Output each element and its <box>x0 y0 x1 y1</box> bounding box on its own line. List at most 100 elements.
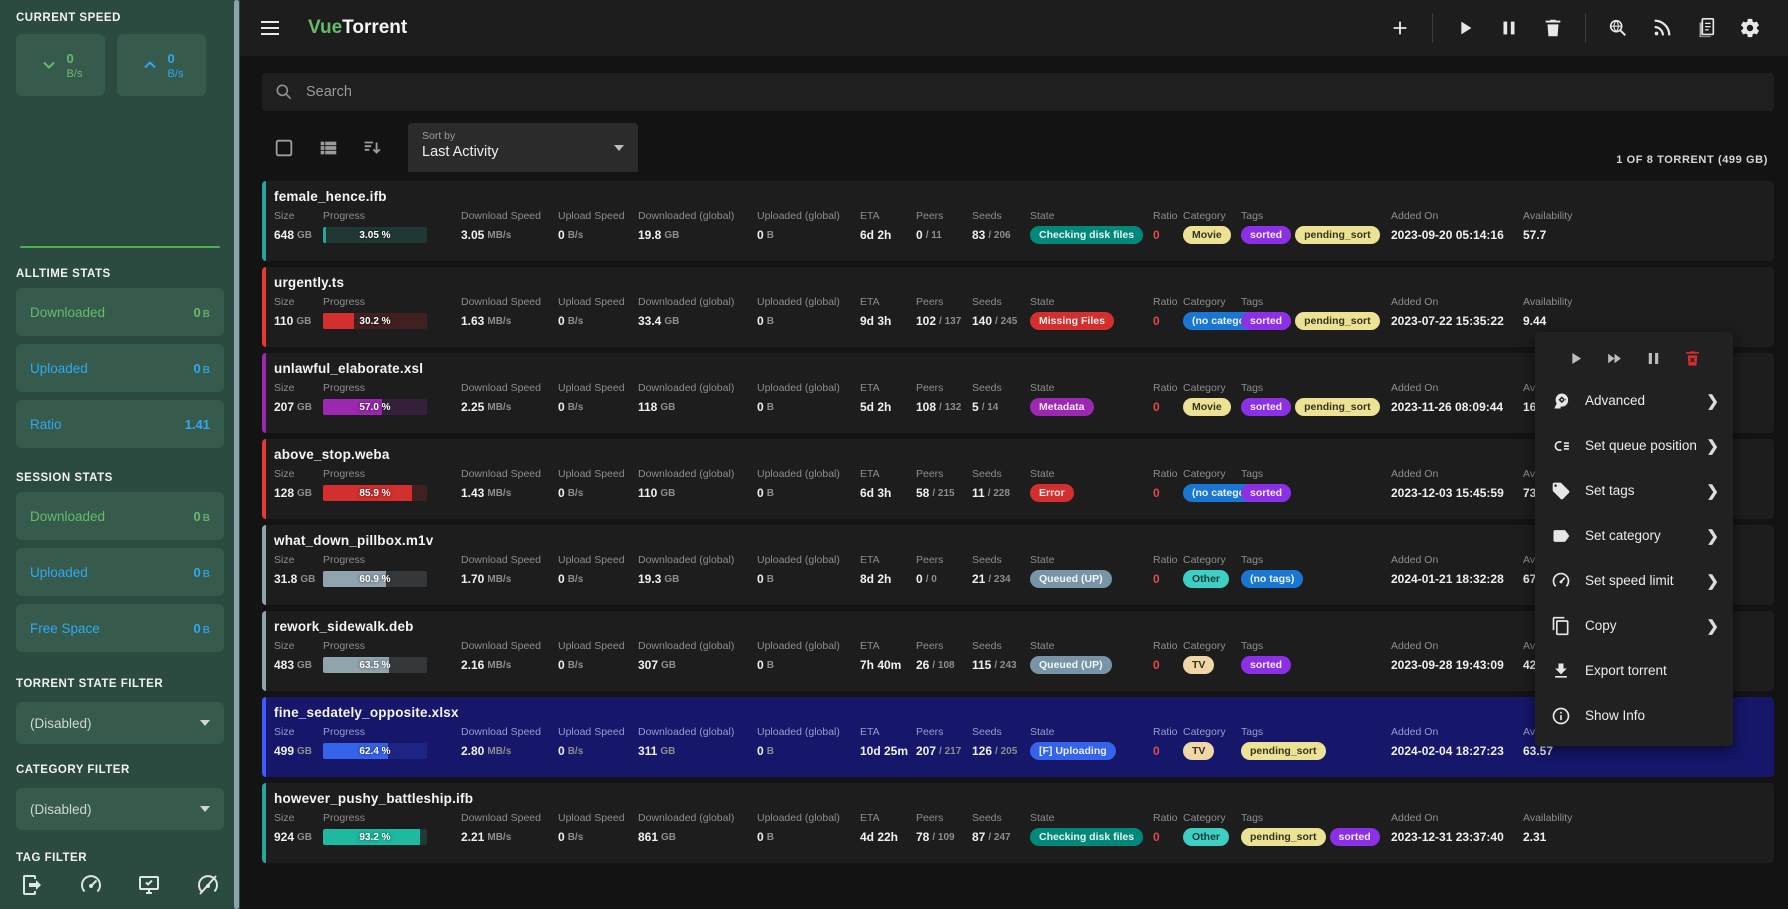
column-label: ETA <box>860 382 916 394</box>
category-cell: Category(no category) <box>1183 468 1241 502</box>
view-list-icon[interactable] <box>317 137 339 159</box>
caret-down-icon <box>200 720 210 726</box>
state-badge: Error <box>1030 484 1074 502</box>
upload-speed-card[interactable]: 0 B/s <box>117 34 206 96</box>
cell-value: 78/ 109 <box>916 828 972 846</box>
sort-by-select[interactable]: Sort by Last Activity <box>408 123 638 172</box>
context-menu-item-set-speed-limit[interactable]: Set speed limit❯ <box>1535 558 1733 603</box>
monitor-check-icon[interactable] <box>137 873 161 897</box>
stat-card-downloaded[interactable]: Downloaded0B <box>16 288 224 336</box>
select-all-checkbox-icon[interactable] <box>273 137 295 159</box>
tags-cell: Tagssorted <box>1241 468 1391 502</box>
delete-icon[interactable] <box>1542 17 1564 39</box>
state-cell: StateQueued (UP) <box>1030 640 1153 674</box>
context-menu-item-set-queue-position[interactable]: Set queue position❯ <box>1535 423 1733 468</box>
play-icon[interactable] <box>1454 17 1476 39</box>
settings-icon[interactable] <box>1739 17 1761 39</box>
column-label: Upload Speed <box>558 468 638 480</box>
ratio-cell: Ratio0 <box>1153 554 1183 588</box>
download-speed-card[interactable]: 0 B/s <box>16 34 105 96</box>
menu-hamburger-icon[interactable] <box>258 16 282 40</box>
torrent-row[interactable]: however_pushy_battleship.ifbSize924GBPro… <box>262 783 1774 863</box>
current-speed-title: CURRENT SPEED <box>16 12 224 24</box>
search-engine-icon[interactable] <box>1607 17 1629 39</box>
added-on-cell: Added On2024-01-21 18:32:28 <box>1391 554 1523 588</box>
context-menu-item-advanced[interactable]: Advanced❯ <box>1535 378 1733 423</box>
chevron-right-icon: ❯ <box>1706 482 1719 500</box>
log-icon[interactable] <box>1695 17 1717 39</box>
app-title: VueTorrent <box>308 17 407 39</box>
column-label: Category <box>1183 554 1241 566</box>
category-cell: CategoryOther <box>1183 554 1241 588</box>
availability-cell: Availability57.7 <box>1523 210 1764 244</box>
alt-speed-icon[interactable] <box>196 873 220 897</box>
context-menu-item-label: Copy <box>1585 618 1617 633</box>
column-label: Tags <box>1241 382 1391 394</box>
search-input[interactable] <box>306 84 1762 100</box>
ratio-cell: Ratio0 <box>1153 296 1183 330</box>
pause-icon[interactable] <box>1644 349 1663 368</box>
column-label: Category <box>1183 726 1241 738</box>
stat-card-ratio[interactable]: Ratio1.41 <box>16 400 224 448</box>
stat-card-free-space[interactable]: Free Space0B <box>16 604 224 652</box>
cell-value: 60.9 % <box>323 570 461 588</box>
peers-cell: Peers0/ 0 <box>916 554 972 588</box>
fast-forward-icon[interactable] <box>1605 349 1624 368</box>
tag-badge: sorted <box>1241 398 1291 416</box>
added-on-cell: Added On2023-11-26 08:09:44 <box>1391 382 1523 416</box>
state-cell: StateMissing Files <box>1030 296 1153 330</box>
state-filter-select[interactable]: (Disabled) <box>16 702 224 744</box>
stat-card-uploaded[interactable]: Uploaded0B <box>16 344 224 392</box>
rss-icon[interactable] <box>1651 17 1673 39</box>
pause-icon[interactable] <box>1498 17 1520 39</box>
cell-value: 0B/s <box>558 742 638 760</box>
tag-badge: sorted <box>1241 312 1291 330</box>
tags-cell: Tags(no tags) <box>1241 554 1391 588</box>
play-icon[interactable] <box>1566 349 1585 368</box>
stat-card-downloaded[interactable]: Downloaded0B <box>16 492 224 540</box>
context-menu-item-export-torrent[interactable]: Export torrent <box>1535 648 1733 693</box>
search-bar[interactable] <box>262 73 1774 111</box>
sidebar-scrollbar[interactable] <box>234 0 239 909</box>
context-menu-item-copy[interactable]: Copy❯ <box>1535 603 1733 648</box>
logout-icon[interactable] <box>20 873 44 897</box>
column-label: Added On <box>1391 812 1523 824</box>
cell-value: TV <box>1183 656 1241 674</box>
list-toolbar: Sort by Last Activity 1 OF 8 TORRENT (49… <box>262 123 1774 172</box>
plus-icon[interactable] <box>1389 17 1411 39</box>
column-label: Upload Speed <box>558 554 638 566</box>
state-cell: State[F] Uploading <box>1030 726 1153 760</box>
tags-cell: Tagssortedpending_sort <box>1241 382 1391 416</box>
category-cell: CategoryTV <box>1183 640 1241 674</box>
cell-value: 19.3GB <box>638 570 757 588</box>
seeds-cell: Seeds126/ 205 <box>972 726 1030 760</box>
cell-value: 2.16MB/s <box>461 656 558 674</box>
upload-speed-cell: Upload Speed0B/s <box>558 812 638 846</box>
cell-value: 140/ 245 <box>972 312 1030 330</box>
column-label: Seeds <box>972 210 1030 222</box>
torrent-row[interactable]: female_hence.ifbSize648GBProgress3.05 %D… <box>262 181 1774 261</box>
delete-x-icon[interactable] <box>1683 349 1702 368</box>
speedometer-icon[interactable] <box>79 873 103 897</box>
eta-cell: ETA6d 2h <box>860 210 916 244</box>
seeds-cell: Seeds83/ 206 <box>972 210 1030 244</box>
context-menu-item-set-category[interactable]: Set category❯ <box>1535 513 1733 558</box>
context-menu-item-show-info[interactable]: Show Info <box>1535 693 1733 738</box>
size-cell: Size207GB <box>274 382 323 416</box>
tags-cell: Tagspending_sort <box>1241 726 1391 760</box>
cell-value: sortedpending_sort <box>1241 226 1391 244</box>
cell-value: 0B/s <box>558 570 638 588</box>
cell-value: 483GB <box>274 656 323 674</box>
cell-value: 499GB <box>274 742 323 760</box>
column-label: Added On <box>1391 726 1523 738</box>
sort-order-icon[interactable] <box>361 137 383 159</box>
cell-value: 30.2 % <box>323 312 461 330</box>
column-label: Tags <box>1241 812 1391 824</box>
peers-cell: Peers108/ 132 <box>916 382 972 416</box>
stat-card-uploaded[interactable]: Uploaded0B <box>16 548 224 596</box>
category-filter-select[interactable]: (Disabled) <box>16 788 224 830</box>
context-menu-item-set-tags[interactable]: Set tags❯ <box>1535 468 1733 513</box>
cell-value: 0 <box>1153 484 1183 502</box>
toolbar-separator <box>1585 13 1586 43</box>
cell-value: Movie <box>1183 226 1241 244</box>
